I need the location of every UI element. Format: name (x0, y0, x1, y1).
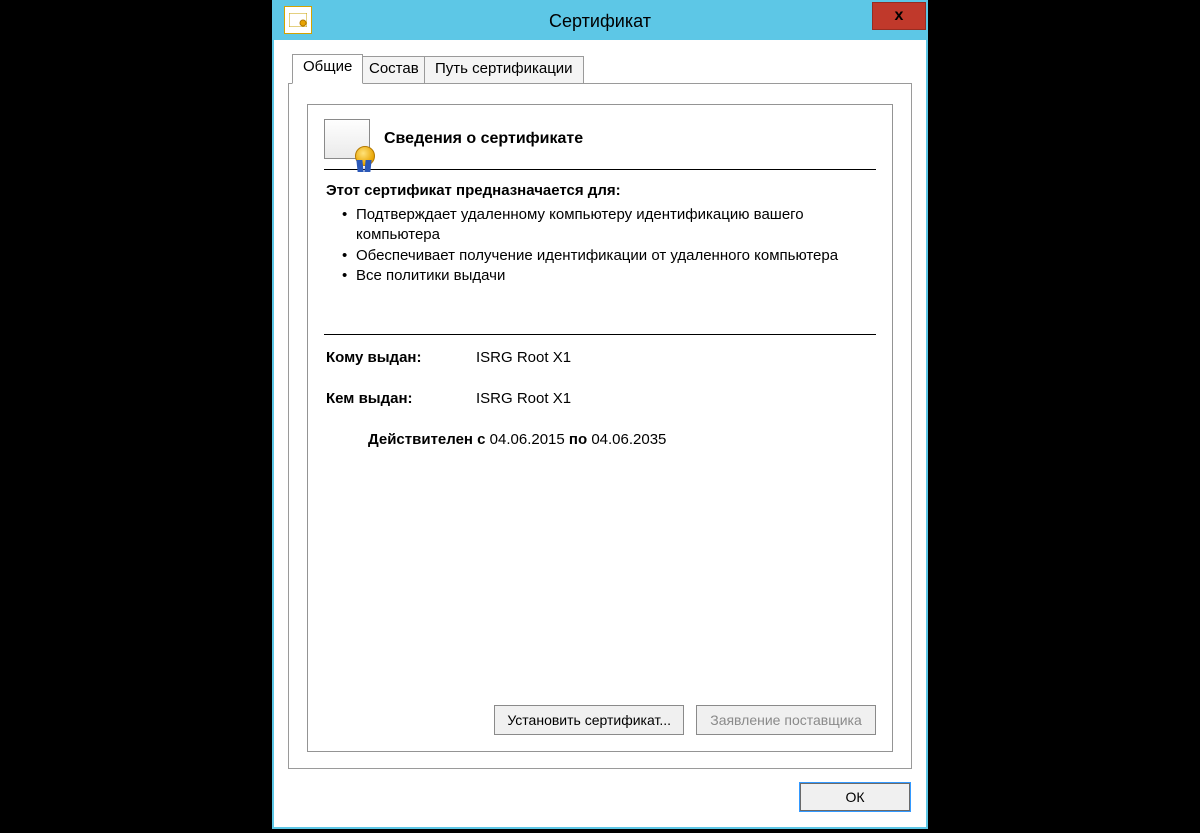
info-header: Сведения о сертификате (324, 119, 876, 169)
purpose-item: Обеспечивает получение идентификации от … (356, 246, 876, 266)
tab-panel-general: Сведения о сертификате Этот сертификат п… (288, 83, 912, 769)
close-icon: x (895, 7, 904, 25)
client-area: Общие Состав Путь сертификации Сведения … (274, 40, 926, 827)
issuer-statement-button[interactable]: Заявление поставщика (696, 705, 876, 735)
tab-strip: Общие Состав Путь сертификации (288, 54, 912, 84)
issued-to-row: Кому выдан: ISRG Root X1 (326, 349, 876, 366)
window-title: Сертификат (274, 11, 926, 32)
tab-details[interactable]: Состав (358, 56, 430, 84)
valid-to-value: 04.06.2035 (591, 431, 666, 448)
cert-action-buttons: Установить сертификат... Заявление поста… (324, 683, 876, 735)
purpose-item: Все политики выдачи (356, 266, 876, 286)
titlebar: Сертификат x (274, 2, 926, 40)
certificate-info-box: Сведения о сертификате Этот сертификат п… (307, 104, 893, 752)
valid-from-value: 04.06.2015 (490, 431, 565, 448)
dialog-footer: ОК (288, 769, 912, 811)
purpose-heading: Этот сертификат предназначается для: (326, 182, 876, 199)
tab-cert-path[interactable]: Путь сертификации (424, 56, 584, 84)
tab-general[interactable]: Общие (292, 54, 363, 84)
issued-by-value: ISRG Root X1 (476, 390, 571, 407)
validity-row: Действителен с 04.06.2015 по 04.06.2035 (326, 431, 876, 448)
divider-middle (324, 334, 876, 335)
valid-from-label: Действителен с (368, 431, 486, 448)
valid-to-label: по (569, 431, 587, 448)
info-heading: Сведения о сертификате (384, 130, 583, 148)
issued-info: Кому выдан: ISRG Root X1 Кем выдан: ISRG… (324, 349, 876, 448)
purpose-item: Подтверждает удаленному компьютеру идент… (356, 205, 876, 246)
close-button[interactable]: x (872, 2, 926, 30)
issued-by-row: Кем выдан: ISRG Root X1 (326, 390, 876, 407)
ok-button[interactable]: ОК (800, 783, 910, 811)
certificate-window-icon (284, 6, 312, 34)
certificate-dialog: Сертификат x Общие Состав Путь сертифика… (272, 0, 928, 829)
install-certificate-button[interactable]: Установить сертификат... (494, 705, 684, 735)
issued-to-label: Кому выдан: (326, 349, 476, 366)
purpose-list: Подтверждает удаленному компьютеру идент… (326, 205, 876, 286)
issued-by-label: Кем выдан: (326, 390, 476, 407)
issued-to-value: ISRG Root X1 (476, 349, 571, 366)
purpose-block: Этот сертификат предназначается для: Под… (324, 170, 876, 286)
certificate-icon (324, 119, 370, 159)
